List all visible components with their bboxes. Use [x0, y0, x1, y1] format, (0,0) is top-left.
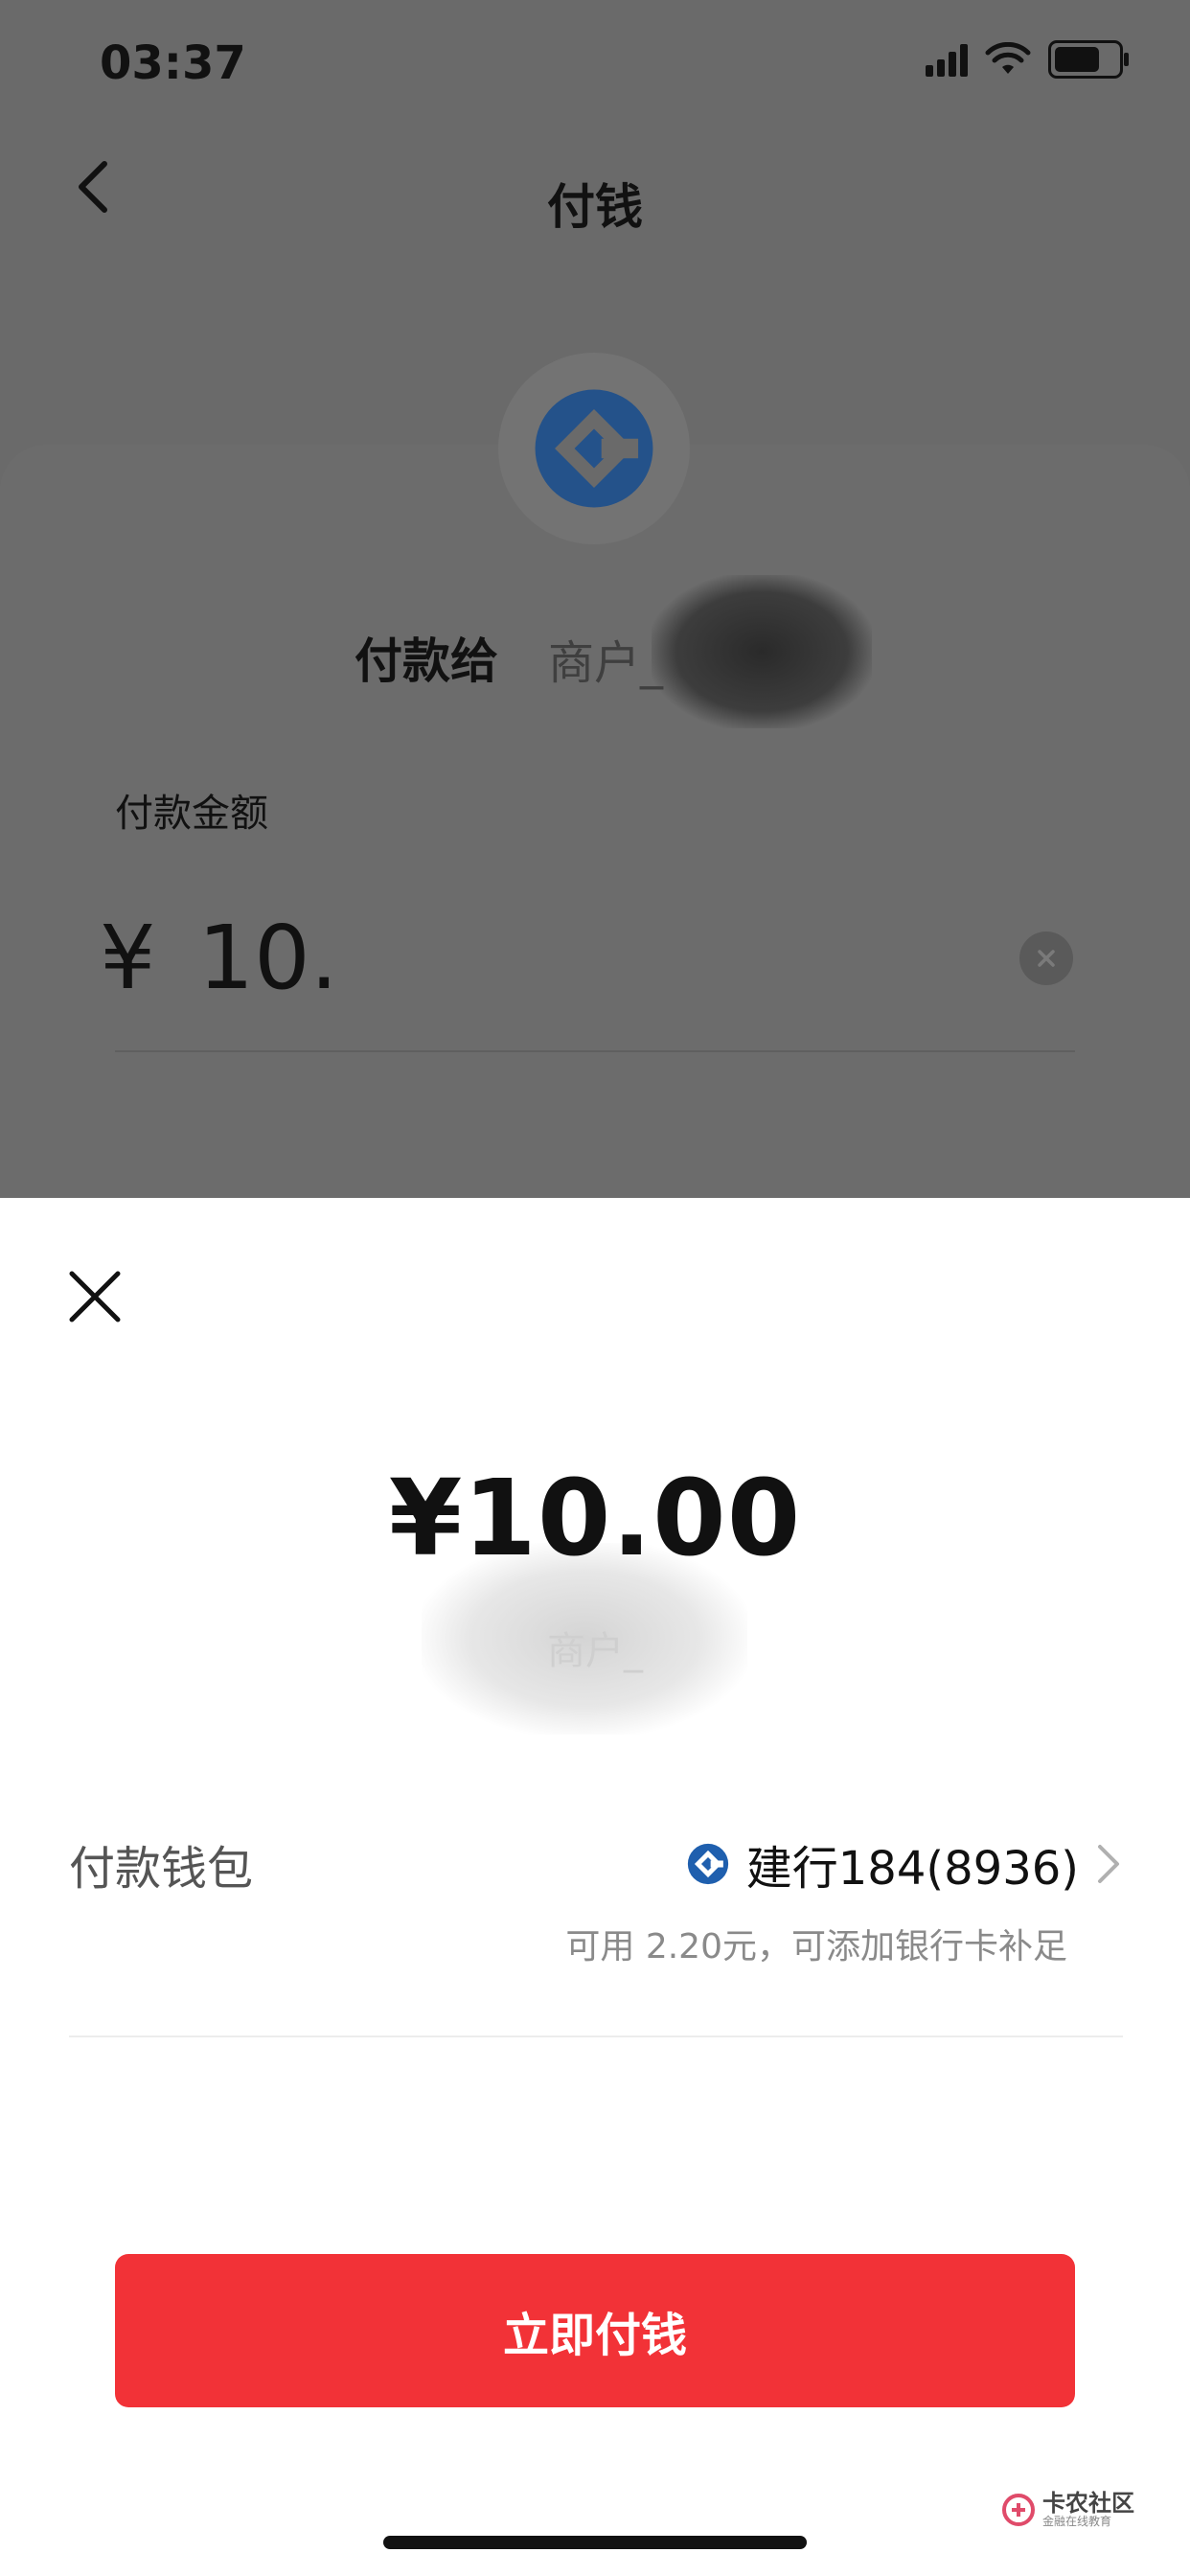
pay-to-label: 付款给 — [355, 633, 498, 689]
redaction-scribble — [652, 575, 872, 728]
amount-underline — [115, 1050, 1075, 1052]
merchant-logo — [498, 353, 690, 544]
wallet-label: 付款钱包 — [69, 1842, 254, 1896]
watermark: 卡农社区 金融在线教育 — [1002, 2490, 1134, 2529]
ccb-bank-icon — [687, 1843, 728, 1885]
wallet-balance-hint: 可用 2.20元，可添加银行卡补足 — [565, 1927, 1067, 1966]
pay-now-button[interactable]: 立即付钱 — [115, 2254, 1075, 2407]
chevron-right-icon — [1098, 1845, 1119, 1883]
amount-input[interactable]: ¥ 10. — [100, 907, 338, 1009]
divider — [69, 2036, 1123, 2037]
page-title: 付钱 — [547, 179, 643, 235]
merchant-name: 商户_ — [548, 636, 664, 690]
sheet-merchant-name: 商户_ — [547, 1629, 643, 1673]
watermark-logo-icon — [1002, 2493, 1035, 2526]
home-indicator — [383, 2536, 807, 2549]
ccb-bank-logo-icon — [535, 389, 653, 508]
watermark-subtitle: 金融在线教育 — [1042, 2515, 1112, 2529]
wifi-icon — [985, 42, 1031, 74]
clear-amount-button[interactable] — [1019, 932, 1073, 985]
battery-icon — [1048, 40, 1129, 79]
close-icon — [69, 1271, 121, 1322]
watermark-title: 卡农社区 — [1042, 2490, 1134, 2517]
close-sheet-button[interactable] — [61, 1263, 128, 1330]
payment-amount: ¥10.00 — [388, 1457, 802, 1579]
wallet-bank-name: 建行184(8936) — [745, 1842, 1079, 1896]
status-time: 03:37 — [100, 36, 246, 90]
status-icons — [926, 40, 1129, 79]
amount-label: 付款金额 — [115, 792, 268, 836]
signal-icon — [926, 42, 968, 77]
wallet-selector[interactable]: 建行184(8936) — [687, 1830, 1121, 1898]
close-icon — [1038, 950, 1055, 967]
amount-value: 10. — [197, 907, 338, 1009]
currency-symbol: ¥ — [100, 907, 156, 1009]
